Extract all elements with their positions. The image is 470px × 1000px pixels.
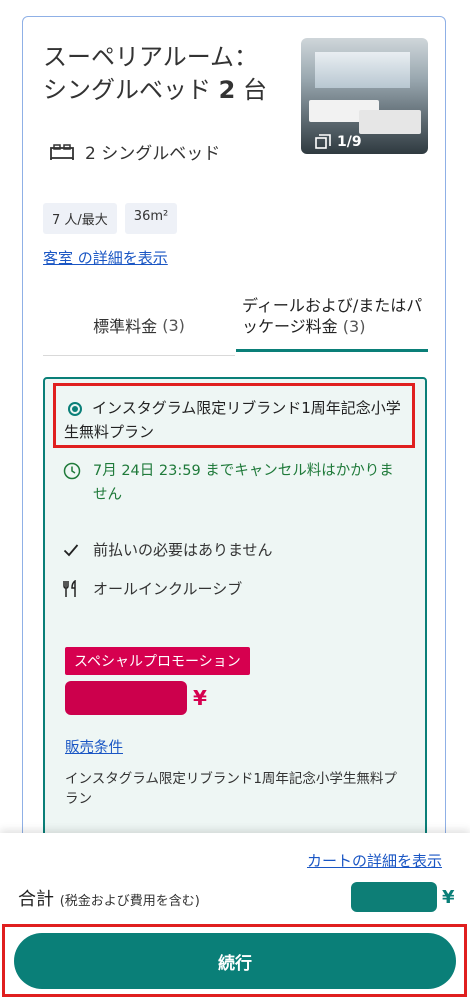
sales-conditions-text: インスタグラム限定リブランド1周年記念小学生無料プラン — [65, 771, 397, 807]
sales-conditions-link[interactable]: 販売条件 — [65, 736, 123, 757]
booking-footer: カートの詳細を表示 合計 (税金および費用を含む) ¥ 続行 — [0, 833, 470, 1000]
tab-deals-count: (3) — [342, 317, 366, 336]
room-title: スーペリアルーム： シングルベッド 2 台 — [43, 41, 273, 107]
feature-no-prepayment: 前払いの必要はありません — [63, 539, 273, 560]
gallery-icon — [315, 134, 331, 149]
cancellation-text: 7月 24日 23:59 までキャンセル料はかかりません — [93, 463, 394, 503]
room-title-line2: シングルベッド — [43, 76, 211, 104]
photo-counter-text: 1/9 — [337, 134, 362, 150]
tab-deals-packages[interactable]: ディールおよび/またはパッケージ料金 (3) — [236, 295, 428, 352]
total-amount: ¥ — [351, 882, 455, 912]
continue-button[interactable]: 続行 — [14, 933, 456, 989]
room-title-line1: スーペリアルーム： — [43, 43, 259, 71]
feature-no-prepayment-text: 前払いの必要はありません — [93, 541, 273, 559]
bed-icon — [50, 143, 74, 160]
total-label-text: 合計 — [18, 889, 54, 910]
bed-info: 2 シングルベッド — [49, 139, 220, 164]
room-card: スーペリアルーム： シングルベッド 2 台 1/9 2 シングルベッド 7 人/… — [22, 16, 446, 937]
special-promotion-badge: スペシャルプロモーション — [65, 647, 250, 675]
bed-info-text: 2 シングルベッド — [85, 144, 221, 164]
free-cancellation: 7月 24日 23:59 までキャンセル料はかかりません — [63, 459, 403, 507]
feature-all-inclusive-text: オールインクルーシブ — [93, 580, 243, 598]
capacity-chip: 7 人/最大 — [43, 203, 117, 234]
price-currency: ¥ — [193, 686, 207, 710]
room-details-link[interactable]: 客室 の詳細を表示 — [43, 247, 168, 268]
plan-price: ¥ — [65, 681, 207, 715]
photo-counter: 1/9 — [315, 134, 362, 150]
room-title-number: 2 — [218, 76, 236, 104]
tab-deals-label: ディールおよび/またはパッケージ料金 — [242, 296, 423, 336]
rate-tabs: 標準料金 (3) ディールおよび/またはパッケージ料金 (3) — [43, 295, 428, 356]
tab-standard-rates[interactable]: 標準料金 (3) — [43, 295, 235, 356]
cart-details-link[interactable]: カートの詳細を表示 — [307, 850, 442, 871]
room-title-suffix: 台 — [242, 76, 267, 104]
size-chip: 36m² — [124, 203, 178, 234]
total-label-sub: (税金および費用を含む) — [59, 894, 200, 909]
clock-icon — [63, 462, 81, 480]
price-redacted — [65, 681, 187, 715]
total-currency: ¥ — [442, 886, 455, 908]
plan-highlight-frame: インスタグラム限定リブランド1周年記念小学生無料プラン — [53, 383, 415, 448]
room-photo[interactable]: 1/9 — [301, 38, 428, 154]
feature-all-inclusive: オールインクルーシブ — [63, 578, 242, 599]
total-redacted — [351, 882, 437, 912]
cutlery-icon — [63, 579, 76, 597]
tab-standard-count: (3) — [162, 315, 185, 335]
room-chips: 7 人/最大 36m² — [43, 203, 178, 234]
check-icon — [63, 543, 79, 556]
plan-name: インスタグラム限定リブランド1周年記念小学生無料プラン — [64, 399, 401, 441]
tab-standard-label: 標準料金 — [93, 317, 158, 336]
total-label: 合計 (税金および費用を含む) — [18, 885, 200, 911]
